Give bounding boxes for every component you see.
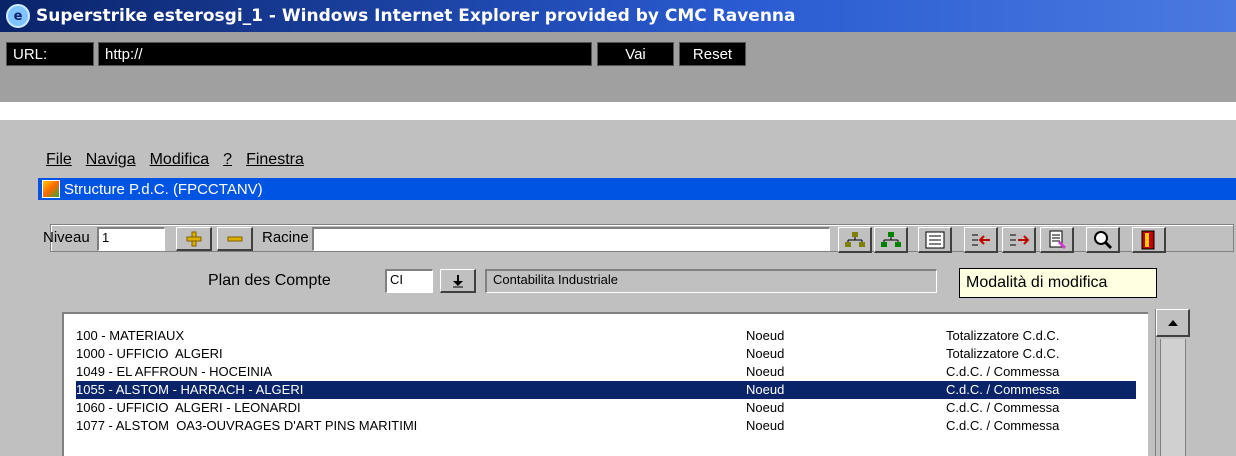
refresh-icon [1049,230,1066,249]
list-item-name: 100 - MATERIAUX [76,328,185,343]
menu-file[interactable]: File [46,151,72,169]
tree-collapse-icon [880,231,901,247]
separator-strip [0,102,1236,120]
menu-finestra[interactable]: Finestra [246,151,304,169]
niveau-input[interactable]: 1 [97,227,165,251]
tree-expand-button[interactable] [838,227,872,253]
url-label: URL: [6,42,94,66]
search-icon [1093,230,1112,249]
list-button[interactable] [918,227,952,253]
minus-icon [227,236,242,241]
menu-bar: File Naviga Modifica ? Finestra [0,145,304,175]
menu-finestra-label: Finestra [246,151,304,168]
plan-code-input[interactable]: CI [385,269,433,293]
list-item-kind: C.d.C. / Commessa [946,364,1060,379]
arrow-up-icon [1167,319,1178,326]
menu-naviga-label: Naviga [85,151,136,168]
list-item-type: Noeud [746,364,785,379]
list-item[interactable]: 1060 - UFFICIO ALGERI - LEONARDI Noeud C.d… [76,399,1136,417]
go-button[interactable]: Vai [597,42,674,66]
niveau-label: Niveau [43,229,90,246]
refresh-button[interactable] [1040,227,1074,253]
list-item-kind: C.d.C. / Commessa [946,400,1060,415]
list-item-name: 1000 - UFFICIO ALGERI [76,346,223,361]
menu-modifica-label: Modifica [149,151,210,168]
search-button[interactable] [1086,227,1120,253]
menu-file-label: File [46,151,72,168]
move-left-icon [971,234,990,245]
list-item-kind: Totalizzatore C.d.C. [946,346,1060,361]
form-title: Structure P.d.C. (FPCCTANV) [64,180,263,198]
racine-input[interactable] [312,227,830,251]
list-item-type: Noeud [746,328,785,343]
list-item-type: Noeud [746,400,785,415]
menu-modifica[interactable]: Modifica [150,151,210,169]
list-item-kind: Totalizzatore C.d.C. [946,328,1060,343]
tree-collapse-button[interactable] [874,227,908,253]
move-left-button[interactable] [964,227,998,253]
list-item-name: 1055 - ALSTOM - HARRACH - ALGERI [76,382,304,397]
dropdown-arrow-icon [452,274,463,287]
window-titlebar: e Superstrike esterosgi_1 - Windows Inte… [0,0,1236,32]
list-item-kind: C.d.C. / Commessa [946,382,1060,397]
mode-indicator: Modalità di modifica [959,268,1157,298]
list-item[interactable]: 1055 - ALSTOM - HARRACH - ALGERI Noeud C.d… [76,381,1136,399]
window-title: Superstrike esterosgi_1 - Windows Intern… [36,6,796,26]
plan-dropdown-button[interactable] [440,269,476,293]
list-item-name: 1077 - ALSTOM OA3-OUVRAGES D'ART PINS MA… [76,418,418,433]
plan-description: Contabilita Industriale [485,269,937,293]
move-right-icon [1009,234,1029,245]
list-item-type: Noeud [746,346,785,361]
form-window-icon [42,180,60,198]
tree-expand-icon [844,231,865,247]
scroll-up-button[interactable] [1156,309,1190,337]
list-item-name: 1049 - EL AFFROUN - HOCEINIA [76,364,273,379]
niveau-decrease-button[interactable] [217,227,253,251]
list-icon [925,231,944,248]
list-item-type: Noeud [746,382,785,397]
menu-naviga[interactable]: Naviga [86,151,136,169]
url-input[interactable]: http:// [98,42,592,66]
list-item-kind: C.d.C. / Commessa [946,418,1060,433]
plus-icon [186,231,201,246]
scroll-track[interactable] [1160,339,1186,456]
ie-logo-icon: e [6,4,30,28]
move-right-button[interactable] [1002,227,1036,253]
niveau-increase-button[interactable] [176,227,212,251]
list-item[interactable]: 1077 - ALSTOM OA3-OUVRAGES D'ART PINS MA… [76,417,1136,435]
form-titlebar: Structure P.d.C. (FPCCTANV) [38,178,1236,200]
menu-help-label: ? [223,151,233,168]
menu-help[interactable]: ? [223,151,232,169]
list-item-name: 1060 - UFFICIO ALGERI - LEONARDI [76,400,301,415]
plan-label: Plan des Compte [208,272,331,289]
list-item[interactable]: 1049 - EL AFFROUN - HOCEINIA Noeud C.d.C. … [76,363,1136,381]
list-item-type: Noeud [746,418,785,433]
exit-icon [1141,230,1154,249]
racine-label: Racine [262,229,309,246]
list-item[interactable]: 1000 - UFFICIO ALGERI Noeud Totalizzatore … [76,345,1136,363]
list-item[interactable]: 100 - MATERIAUX Noeud Totalizzatore C.d.C. [76,327,1136,345]
reset-button[interactable]: Reset [679,42,746,66]
exit-button[interactable] [1132,227,1166,253]
vertical-scrollbar[interactable] [1155,309,1190,456]
